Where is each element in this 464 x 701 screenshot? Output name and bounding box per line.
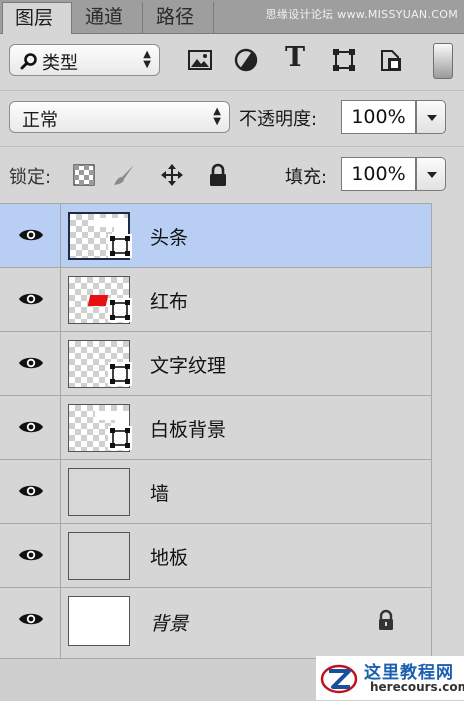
layers-list: 头条 红布 文字纹理 白板背景 墙 地板 背景 bbox=[0, 203, 464, 658]
fill-label: 填充: bbox=[285, 167, 328, 188]
layer-name[interactable]: 白板背景 bbox=[150, 415, 226, 442]
shape-layer-badge-icon bbox=[108, 298, 132, 322]
eye-icon[interactable] bbox=[18, 227, 44, 243]
smart-object-filter-icon[interactable] bbox=[377, 46, 405, 74]
shape-layer-badge-icon bbox=[108, 234, 132, 258]
layer-row-toutiao[interactable]: 头条 bbox=[0, 203, 431, 267]
eye-icon[interactable] bbox=[18, 291, 44, 307]
layer-row-hongbu[interactable]: 红布 bbox=[0, 267, 431, 331]
lock-row: 锁定: 填充: 100% bbox=[0, 146, 464, 203]
lock-transparent-pixels-icon[interactable] bbox=[72, 163, 96, 187]
opacity-input[interactable]: 100% bbox=[341, 100, 416, 134]
visibility-cell[interactable] bbox=[0, 588, 61, 658]
filter-toggle-switch[interactable] bbox=[433, 43, 453, 79]
watermark-top: 思缘设计论坛 www.MISSYUAN.COM bbox=[265, 8, 458, 21]
visibility-cell[interactable] bbox=[0, 396, 61, 459]
site-logo-icon bbox=[320, 664, 358, 694]
type-filter-icon[interactable]: T bbox=[281, 43, 309, 73]
fill-dropdown-button[interactable] bbox=[416, 157, 446, 191]
eye-icon[interactable] bbox=[18, 483, 44, 499]
watermark-url: herecours.com bbox=[370, 680, 464, 694]
watermark-bottom: 这里教程网 herecours.com bbox=[316, 656, 464, 700]
blend-mode-select[interactable]: 正常 ▲ ▼ bbox=[9, 101, 230, 133]
red-fabric-shape bbox=[87, 295, 109, 306]
opacity-dropdown-button[interactable] bbox=[416, 100, 446, 134]
eye-icon[interactable] bbox=[18, 547, 44, 563]
layer-row-qiang[interactable]: 墙 bbox=[0, 459, 431, 523]
tab-layers[interactable]: 图层 bbox=[2, 2, 72, 34]
fill-input[interactable]: 100% bbox=[341, 157, 416, 191]
layers-panel: 图层 通道 路径 思缘设计论坛 www.MISSYUAN.COM 类型 ▲ ▼ T bbox=[0, 0, 464, 701]
visibility-cell[interactable] bbox=[0, 268, 61, 331]
layer-row-diban[interactable]: 地板 bbox=[0, 523, 431, 587]
lock-label: 锁定: bbox=[9, 167, 52, 188]
blend-mode-value: 正常 bbox=[22, 110, 58, 131]
lock-position-move-icon[interactable] bbox=[160, 163, 184, 187]
layer-thumbnail bbox=[68, 468, 130, 516]
opacity-label: 不透明度: bbox=[239, 109, 318, 130]
tab-paths[interactable]: 路径 bbox=[144, 2, 214, 33]
shape-layer-badge-icon bbox=[108, 426, 132, 450]
updown-arrows-icon: ▲ ▼ bbox=[213, 106, 221, 127]
visibility-cell[interactable] bbox=[0, 460, 61, 523]
lock-all-icon[interactable] bbox=[206, 163, 230, 187]
layer-name[interactable]: 文字纹理 bbox=[150, 351, 226, 378]
layer-row-beijing[interactable]: 背景 bbox=[0, 587, 431, 658]
blend-mode-row: 正常 ▲ ▼ 不透明度: 100% bbox=[0, 90, 464, 146]
tab-channels[interactable]: 通道 bbox=[73, 2, 143, 33]
image-filter-icon[interactable] bbox=[186, 46, 214, 74]
layer-row-wenziwenli[interactable]: 文字纹理 bbox=[0, 331, 431, 395]
eye-icon[interactable] bbox=[18, 611, 44, 627]
visibility-cell[interactable] bbox=[0, 204, 61, 267]
filter-kind-select[interactable]: 类型 ▲ ▼ bbox=[9, 44, 160, 76]
updown-arrows-icon: ▲ ▼ bbox=[143, 49, 151, 70]
visibility-cell[interactable] bbox=[0, 332, 61, 395]
layers-scrollbar[interactable] bbox=[431, 203, 464, 658]
layer-thumbnail bbox=[68, 596, 130, 646]
shape-filter-icon[interactable] bbox=[330, 46, 358, 74]
layer-name[interactable]: 地板 bbox=[150, 543, 188, 570]
shape-layer-badge-icon bbox=[108, 362, 132, 386]
search-icon bbox=[20, 53, 37, 70]
adjustment-filter-icon[interactable] bbox=[232, 46, 260, 74]
eye-icon[interactable] bbox=[18, 419, 44, 435]
filter-kind-label: 类型 bbox=[42, 53, 78, 74]
layer-row-baibanbeijing[interactable]: 白板背景 bbox=[0, 395, 431, 459]
layer-name[interactable]: 墙 bbox=[150, 479, 169, 506]
layer-thumbnail bbox=[68, 532, 130, 580]
lock-icon bbox=[379, 609, 393, 630]
layer-filter-row: 类型 ▲ ▼ T bbox=[0, 34, 464, 90]
layer-name[interactable]: 头条 bbox=[150, 223, 188, 250]
layer-name[interactable]: 红布 bbox=[150, 287, 188, 314]
lock-image-pixels-brush-icon[interactable] bbox=[112, 163, 136, 187]
visibility-cell[interactable] bbox=[0, 524, 61, 587]
eye-icon[interactable] bbox=[18, 355, 44, 371]
layer-name[interactable]: 背景 bbox=[150, 609, 188, 636]
panel-tab-bar: 图层 通道 路径 思缘设计论坛 www.MISSYUAN.COM bbox=[0, 0, 464, 34]
